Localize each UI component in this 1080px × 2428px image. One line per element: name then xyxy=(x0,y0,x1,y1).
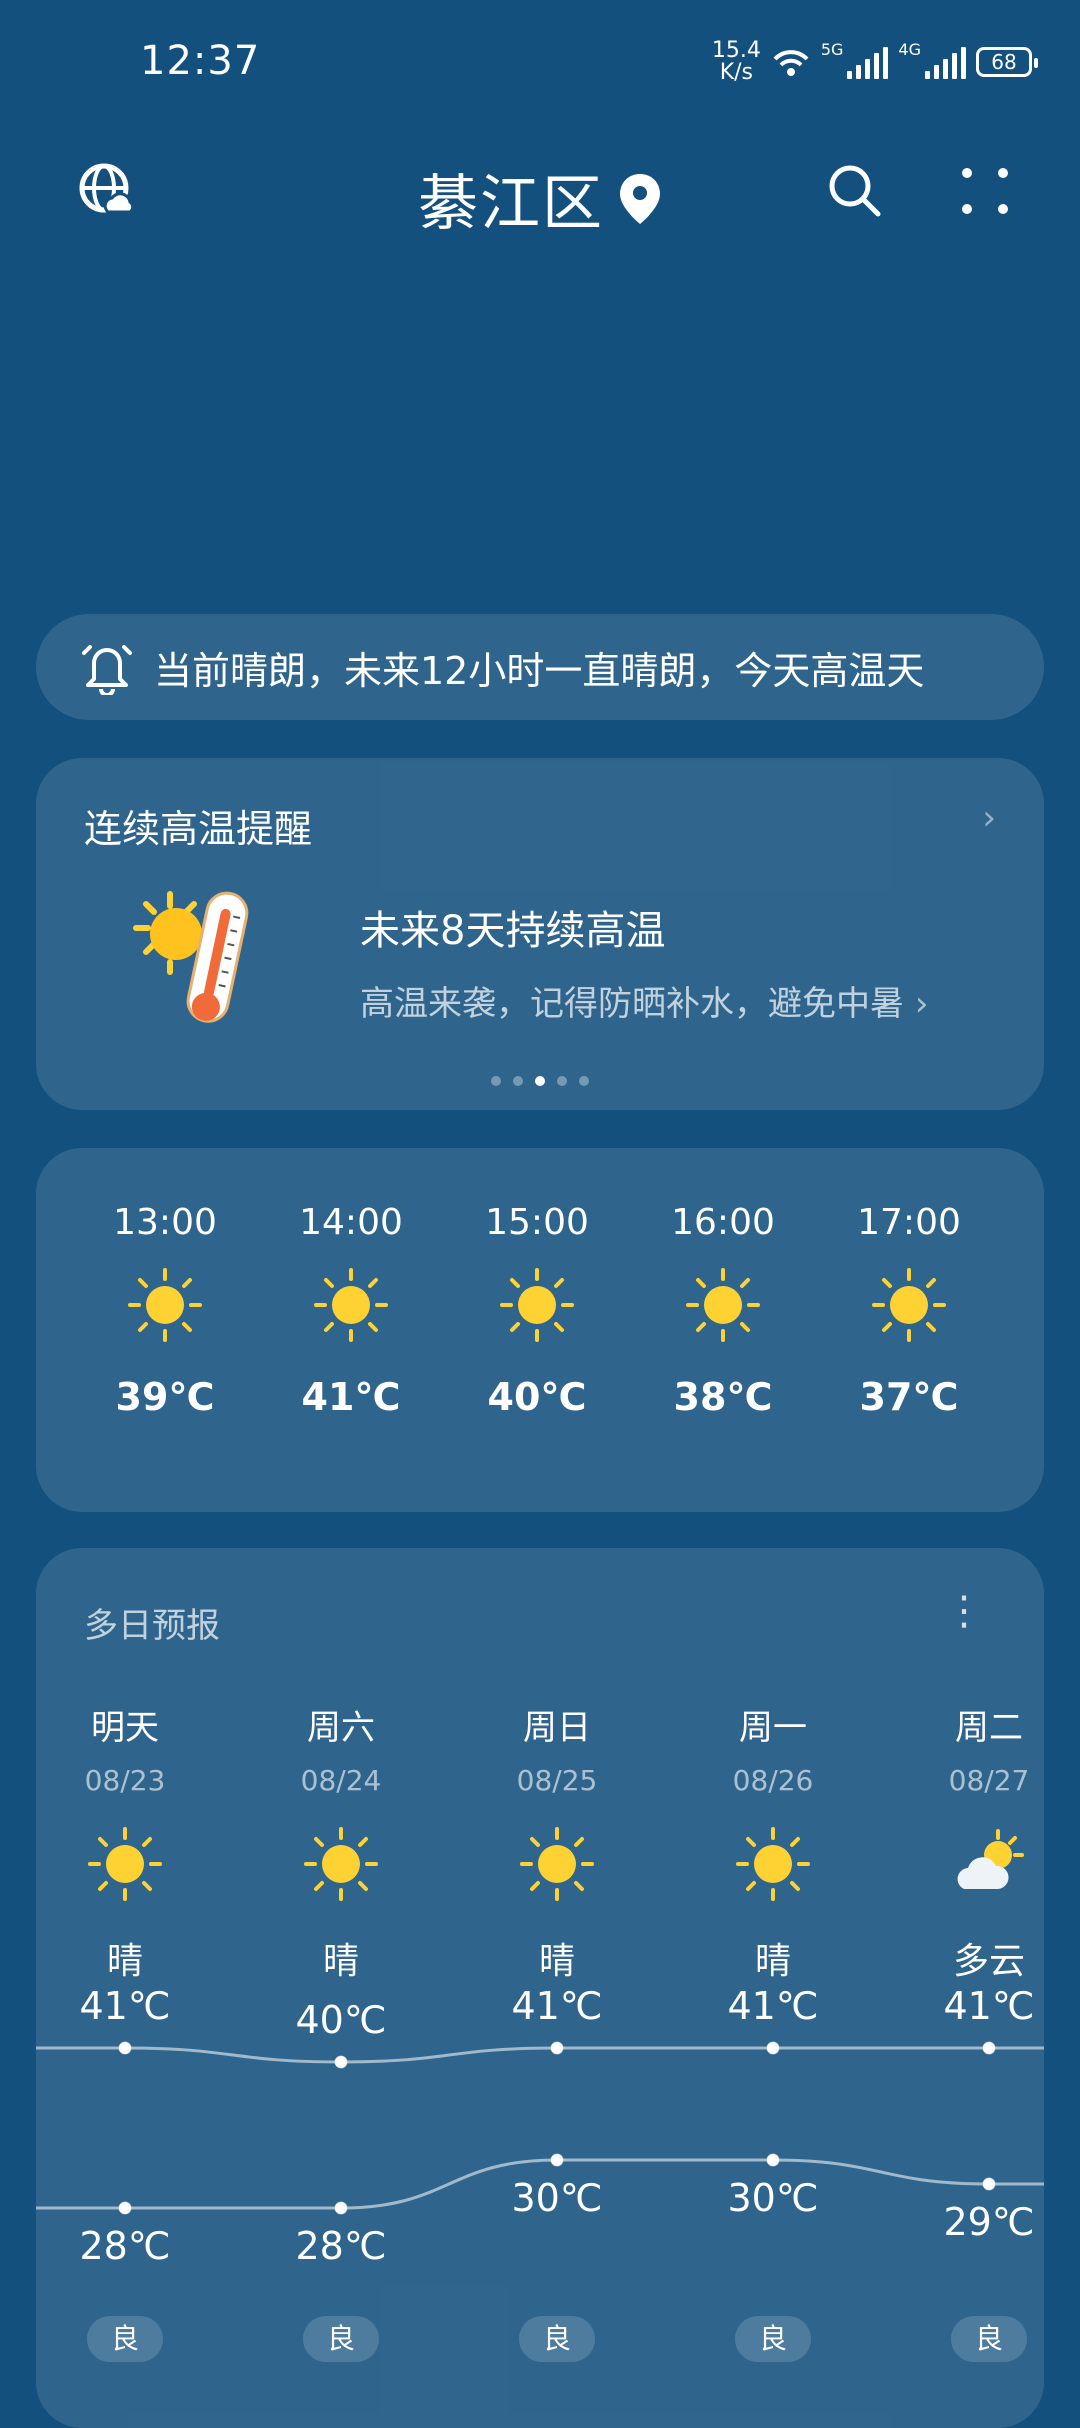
status-icons: 15.4 K/s 5G 4G 68 xyxy=(711,38,1038,85)
hour-time: 18:00 xyxy=(1002,1202,1044,1243)
hour-time: 15:00 xyxy=(485,1202,589,1243)
sun-icon xyxy=(1002,1263,1044,1347)
notice-text: 当前晴朗，未来12小时一直晴朗，今天高温天 xyxy=(154,648,925,693)
weather-notice[interactable]: 当前晴朗，未来12小时一直晴朗，今天高温天 xyxy=(36,614,1044,720)
hour-temp: 39℃ xyxy=(115,1375,215,1419)
pager-dot xyxy=(491,1076,501,1086)
alert-main-text: 未来8天持续高温 xyxy=(360,908,666,954)
net-speed: 15.4 K/s xyxy=(711,38,761,85)
pager-dot xyxy=(535,1076,545,1086)
daily-forecast[interactable]: 多日预报 ⋮ 明天 08/23 晴 41℃ 28℃ 良周六 08/24 晴 40℃ 28℃ 良周日 0… xyxy=(36,1548,1044,2428)
hour-time: 13:00 xyxy=(113,1202,217,1243)
high-temp-point xyxy=(550,2041,564,2055)
alert-title: 连续高温提醒 xyxy=(84,807,313,851)
search-icon[interactable] xyxy=(820,156,890,226)
location-pin-icon xyxy=(620,173,660,224)
pager-dot xyxy=(579,1076,589,1086)
high-temp-line xyxy=(36,2046,1044,2064)
sun-icon xyxy=(630,1263,816,1347)
low-temp-point xyxy=(766,2153,780,2167)
low-temp-point xyxy=(118,2201,132,2215)
hourly-item: 13:00 39℃ xyxy=(72,1148,258,1419)
sun-icon xyxy=(258,1263,444,1347)
heat-alert-card[interactable]: 连续高温提醒 › 未来8天持续高温 高温来袭，记得防晒补水，避免中暑 › xyxy=(36,758,1044,1110)
low-temp-point xyxy=(550,2153,564,2167)
more-grid-icon[interactable] xyxy=(950,156,1020,226)
alert-sub-text[interactable]: 高温来袭，记得防晒补水，避免中暑 › xyxy=(360,976,928,1025)
city-title[interactable]: 綦江区 xyxy=(0,155,1080,242)
hourly-item: 17:00 37℃ xyxy=(816,1148,1002,1419)
thermometer-sun-icon xyxy=(133,891,249,1023)
hourly-item: 14:00 41℃ xyxy=(258,1148,444,1419)
hour-temp: 41℃ xyxy=(301,1375,401,1419)
battery-icon: 68 xyxy=(976,47,1038,77)
hour-time: 14:00 xyxy=(299,1202,403,1243)
sim2-label: 4G xyxy=(898,40,921,59)
sun-icon xyxy=(816,1263,1002,1347)
city-name: 綦江区 xyxy=(418,169,604,239)
hour-temp: 37℃ xyxy=(859,1375,959,1419)
low-temp-point xyxy=(982,2177,996,2191)
pager-dot xyxy=(557,1076,567,1086)
high-temp-point xyxy=(334,2055,348,2069)
sim1-label: 5G xyxy=(820,40,844,59)
high-temp-point xyxy=(118,2041,132,2055)
low-temp-point xyxy=(334,2201,348,2215)
pager-dot xyxy=(513,1076,523,1086)
bell-icon xyxy=(82,645,132,695)
low-temp-line xyxy=(36,2158,1044,2210)
hour-time: 16:00 xyxy=(671,1202,775,1243)
chevron-right-icon: › xyxy=(914,984,929,1024)
hourly-item: 15:00 40℃ xyxy=(444,1148,630,1419)
temperature-curve xyxy=(36,2041,1044,2215)
hourly-item: 16:00 38℃ xyxy=(630,1148,816,1419)
pager-dots xyxy=(36,1076,1044,1086)
hour-temp: 40℃ xyxy=(487,1375,587,1419)
hourly-item: 18:00 36℃ xyxy=(1002,1148,1044,1419)
status-time: 12:37 xyxy=(140,38,261,84)
hour-temp: 38℃ xyxy=(673,1375,773,1419)
hour-time: 17:00 xyxy=(857,1202,961,1243)
hourly-forecast[interactable]: 13:00 39℃ 14:00 41℃ 15:00 40℃ 16:00 38℃ 17:00 37℃… xyxy=(36,1148,1044,1512)
high-temp-point xyxy=(766,2041,780,2055)
signal-icon xyxy=(847,45,889,79)
wifi-icon xyxy=(773,50,809,76)
chevron-right-icon[interactable]: › xyxy=(982,798,996,838)
hour-temp: 36℃ xyxy=(1002,1375,1044,1419)
signal-icon xyxy=(925,45,966,79)
sun-icon xyxy=(72,1263,258,1347)
high-temp-point xyxy=(982,2041,996,2055)
sun-icon xyxy=(444,1263,630,1347)
